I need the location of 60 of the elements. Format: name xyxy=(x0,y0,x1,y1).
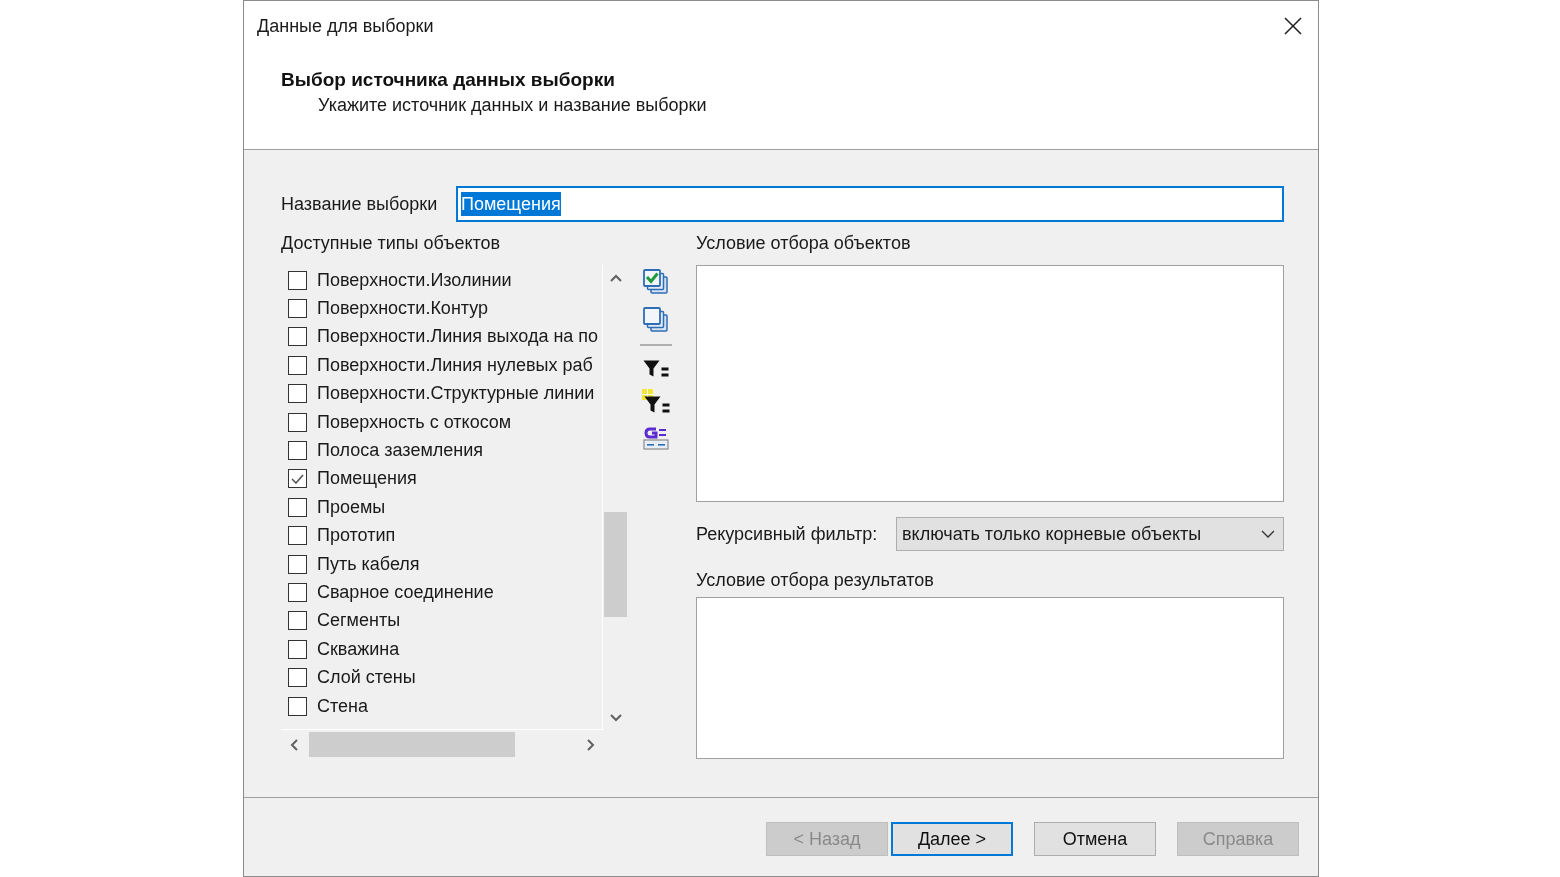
section-label: Условие отбора результатов xyxy=(696,570,935,590)
checkbox[interactable] xyxy=(288,469,307,489)
checkbox[interactable] xyxy=(288,384,307,404)
section-label: Доступные типы объектов xyxy=(281,233,502,253)
checkbox[interactable] xyxy=(288,526,307,546)
dialog-button[interactable]: Отмена xyxy=(1034,822,1156,856)
check-icon xyxy=(291,473,304,484)
checkbox[interactable] xyxy=(288,355,307,375)
object-type-label: Поверхности.Структурные линии xyxy=(317,382,595,406)
section-label: Условие отбора объектов xyxy=(696,233,912,253)
checkbox[interactable] xyxy=(288,412,307,432)
checkbox[interactable] xyxy=(288,554,307,574)
object-type-label: Путь кабеля xyxy=(317,552,420,576)
checkbox[interactable] xyxy=(288,327,307,347)
object-type-label: Полоса заземления xyxy=(317,439,484,463)
object-type-label: Прототип xyxy=(317,524,396,548)
object-type-label: Сегменты xyxy=(317,609,401,633)
close-icon[interactable] xyxy=(1284,17,1302,35)
checkbox[interactable] xyxy=(288,639,307,659)
object-type-label: Помещения xyxy=(317,467,417,491)
dialog-title: Данные для выборки xyxy=(257,15,434,38)
result-condition-field[interactable] xyxy=(696,597,1284,759)
checkbox[interactable] xyxy=(288,497,307,517)
field-label: Название выборки xyxy=(281,192,439,216)
filter-grid-icon[interactable] xyxy=(642,389,670,413)
checkbox[interactable] xyxy=(288,441,307,461)
chevron-down-icon[interactable] xyxy=(609,713,622,722)
field-label: Рекурсивный фильтр: xyxy=(696,522,879,546)
object-type-label: Поверхность с откосом xyxy=(317,410,512,434)
chevron-up-icon[interactable] xyxy=(609,273,622,282)
checkbox[interactable] xyxy=(288,583,307,602)
name-field[interactable]: Помещения xyxy=(456,186,1284,222)
object-type-label: Стена xyxy=(317,694,368,718)
object-condition-field[interactable] xyxy=(696,265,1284,502)
object-type-label: Поверхности.Линия нулевых раб xyxy=(317,353,593,377)
checkbox[interactable] xyxy=(288,668,307,688)
object-type-label: Поверхности.Изолинии xyxy=(317,268,512,292)
uncheck-all-icon[interactable] xyxy=(643,307,669,333)
object-type-label: Сварное соединение xyxy=(317,581,494,604)
object-type-label: Скважина xyxy=(317,637,400,661)
object-type-label: Слой стены xyxy=(317,666,416,690)
scrollbar-thumb[interactable] xyxy=(309,732,515,757)
checkbox[interactable] xyxy=(288,611,307,631)
scrollbar-thumb[interactable] xyxy=(604,512,627,617)
object-type-label: Поверхности.Контур xyxy=(317,297,489,321)
chevron-left-icon[interactable] xyxy=(289,738,298,751)
check-all-icon[interactable] xyxy=(643,269,669,295)
checkbox[interactable] xyxy=(288,270,307,290)
expression-icon[interactable] xyxy=(643,426,669,450)
step-description: Укажите источник данных и название выборки xyxy=(317,94,708,117)
object-type-label: Проемы xyxy=(317,495,386,519)
dialog-button[interactable]: Далее > xyxy=(891,822,1013,856)
chevron-right-icon[interactable] xyxy=(586,738,595,751)
recursive-filter-dropdown[interactable]: включать только корневые объекты xyxy=(896,517,1284,551)
chevron-down-icon xyxy=(1261,530,1275,538)
step-heading: Выбор источника данных выборки xyxy=(280,68,616,92)
checkbox[interactable] xyxy=(288,696,307,716)
checkbox[interactable] xyxy=(288,299,307,319)
filter-icon[interactable] xyxy=(643,360,669,377)
object-type-label: Поверхности.Линия выхода на по xyxy=(317,325,599,349)
